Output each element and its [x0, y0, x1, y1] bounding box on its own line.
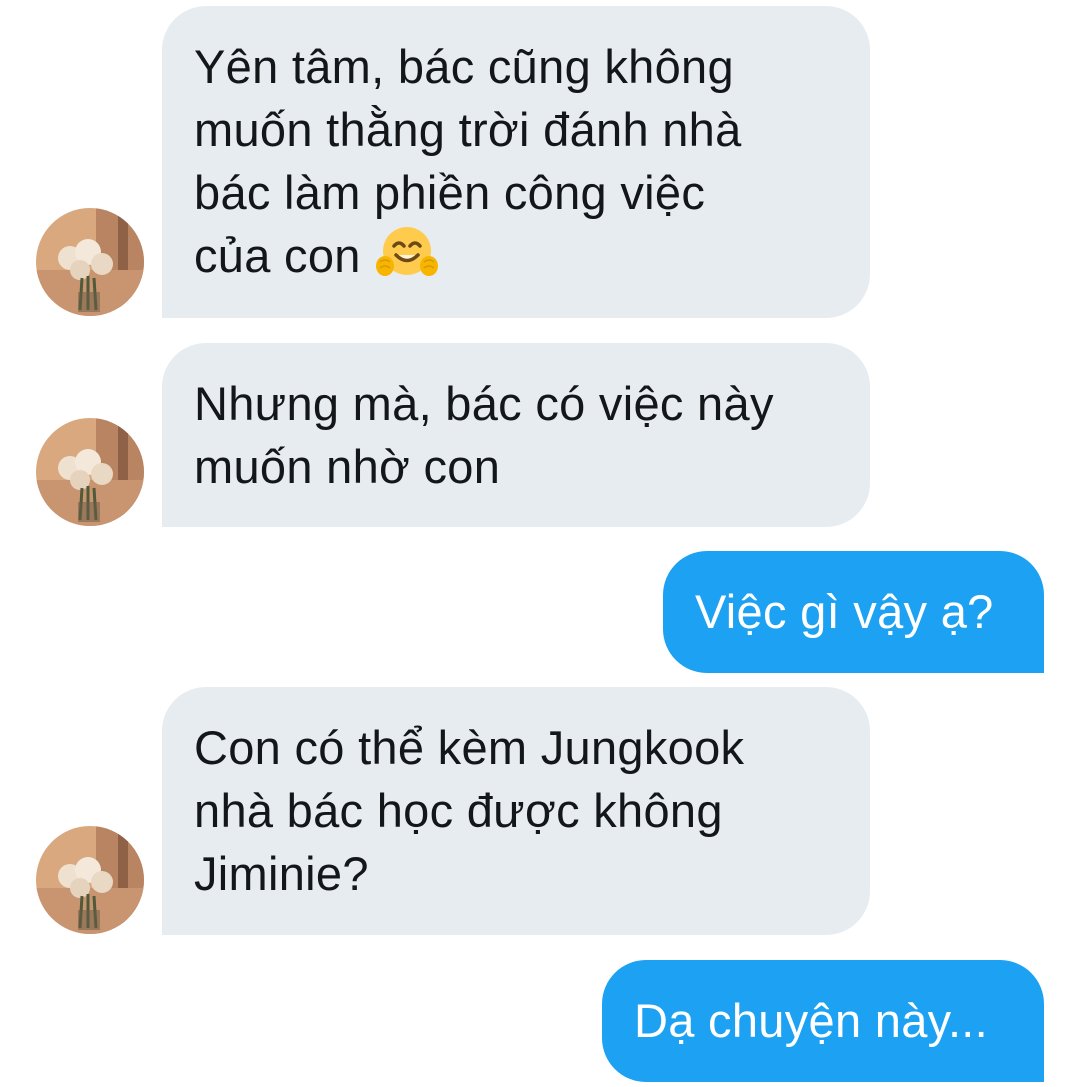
message-text-line: Việc gì vậy ạ? [695, 585, 994, 638]
message-text-line: Jiminie? [194, 847, 369, 900]
outgoing-message-bubble[interactable]: Dạ chuyện này... [602, 960, 1044, 1082]
flower-vase-avatar-icon [36, 208, 144, 316]
hugging-face-icon [376, 224, 439, 295]
message-text-line: Con có thể kèm Jungkook [194, 721, 745, 774]
chat-thread: Yên tâm, bác cũng không muốn thằng trời … [0, 0, 1080, 1087]
message-text-line: muốn thằng trời đánh nhà [194, 103, 742, 156]
message-text-line: Yên tâm, bác cũng không [194, 40, 734, 93]
message-text-line: bác làm phiền công việc [194, 166, 706, 219]
message-text-line: Nhưng mà, bác có việc này [194, 377, 774, 430]
contact-avatar[interactable] [36, 826, 144, 934]
incoming-message-bubble[interactable]: Yên tâm, bác cũng không muốn thằng trời … [162, 6, 870, 318]
flower-vase-avatar-icon [36, 418, 144, 526]
message-text-line: muốn nhờ con [194, 440, 501, 493]
incoming-message-bubble[interactable]: Nhưng mà, bác có việc này muốn nhờ con [162, 343, 870, 527]
message-text-line: Dạ chuyện này... [634, 994, 989, 1047]
outgoing-message-bubble[interactable]: Việc gì vậy ạ? [663, 551, 1044, 673]
message-text-line: của con [194, 224, 850, 295]
flower-vase-avatar-icon [36, 826, 144, 934]
incoming-message-bubble[interactable]: Con có thể kèm Jungkook nhà bác học được… [162, 687, 870, 935]
message-text-line: nhà bác học được không [194, 784, 723, 837]
contact-avatar[interactable] [36, 418, 144, 526]
message-text-segment: của con [194, 229, 361, 282]
contact-avatar[interactable] [36, 208, 144, 316]
